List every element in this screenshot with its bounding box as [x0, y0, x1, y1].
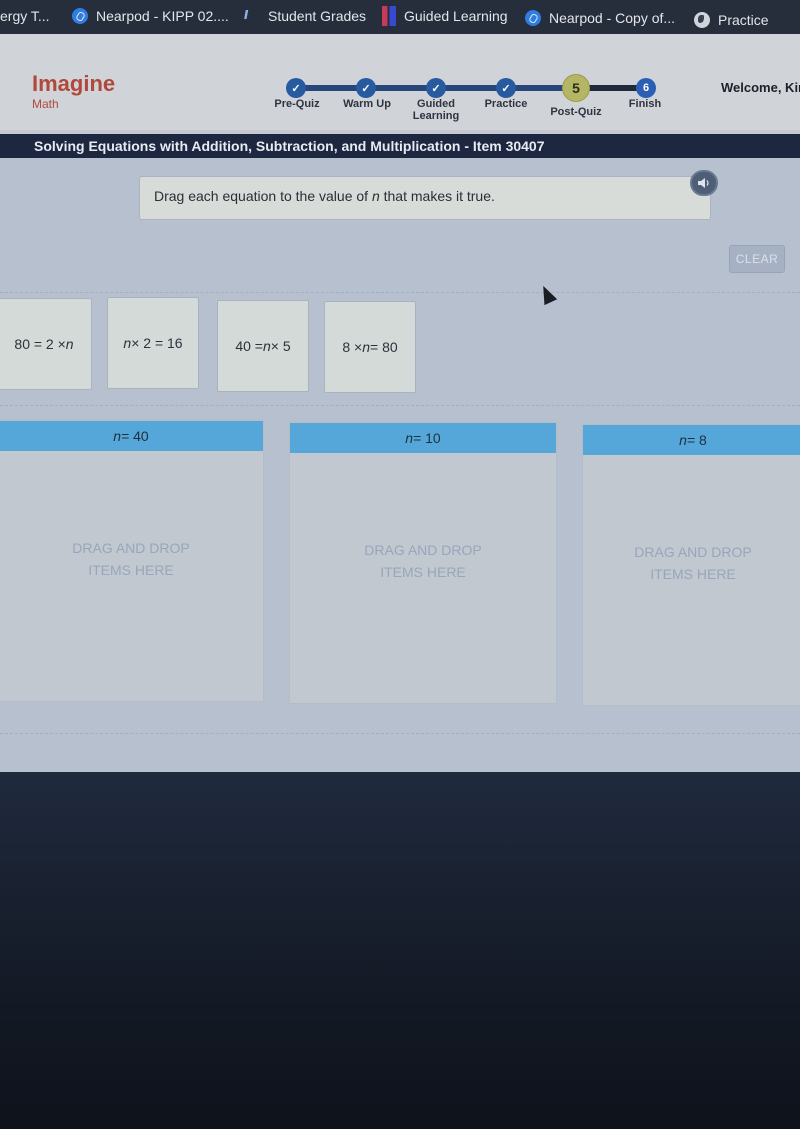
- drop-zone-placeholder: DRAG AND DROP ITEMS HERE: [634, 544, 752, 582]
- bookmark-label: Nearpod - KIPP 02....: [96, 8, 229, 24]
- drop-zone-n-10[interactable]: n = 10 DRAG AND DROP ITEMS HERE: [289, 422, 557, 704]
- step-marker-finish: 6: [636, 78, 656, 98]
- variable-n: n: [362, 339, 370, 355]
- prompt-text: Drag each equation to the value of: [154, 188, 372, 204]
- divider: [0, 292, 800, 293]
- equation-card[interactable]: 80 = 2 × n: [0, 298, 92, 390]
- logo-subtitle: Math: [32, 97, 59, 111]
- prompt-text: that makes it true.: [379, 188, 495, 204]
- bookmarks-bar: ergy T... Nearpod - KIPP 02.... Student …: [0, 0, 800, 34]
- prompt-variable: n: [371, 188, 380, 204]
- drop-zone-n-40[interactable]: n = 40 DRAG AND DROP ITEMS HERE: [0, 420, 264, 702]
- step-label: Pre-Quiz: [274, 98, 320, 110]
- welcome-message: Welcome, Kim: [721, 80, 800, 95]
- bookmark-label: Nearpod - Copy of...: [549, 10, 676, 26]
- step-marker-practice: ✓: [496, 78, 516, 98]
- app-header: Imagine Math ✓ Pre-Quiz ✓ Warm Up ✓ Guid…: [0, 34, 800, 130]
- imagine-math-app: Imagine Math ✓ Pre-Quiz ✓ Warm Up ✓ Guid…: [0, 34, 800, 772]
- bookmark-student-grades[interactable]: Student Grades: [244, 0, 366, 32]
- drop-zone-n-8[interactable]: n = 8 DRAG AND DROP ITEMS HERE: [582, 424, 800, 706]
- variable-n: n: [679, 432, 687, 448]
- bookmark-practice[interactable]: Practice: [694, 4, 769, 36]
- lesson-progress: ✓ Pre-Quiz ✓ Warm Up ✓ Guided Learning ✓…: [270, 72, 670, 132]
- step-label: Guided Learning: [412, 98, 460, 122]
- question-area: Drag each equation to the value of n tha…: [0, 158, 800, 772]
- globe-icon: [694, 12, 710, 28]
- bookmark-nearpod-kipp[interactable]: Nearpod - KIPP 02....: [72, 0, 229, 32]
- question-prompt: Drag each equation to the value of n tha…: [139, 176, 711, 220]
- bookmark-guided-learning[interactable]: Guided Learning: [382, 0, 508, 32]
- drop-zone-label: n = 8: [583, 425, 800, 455]
- bookmark-label: ergy T...: [0, 8, 50, 24]
- step-marker-post-quiz: 5: [562, 74, 590, 102]
- variable-n: n: [262, 338, 271, 354]
- bookmark-label: Practice: [718, 12, 769, 28]
- equation-card[interactable]: 8 × n = 80: [324, 301, 416, 393]
- clear-button[interactable]: CLEAR: [729, 245, 785, 273]
- nearpod-icon: [72, 8, 88, 24]
- equation-card[interactable]: 40 = n × 5: [217, 300, 309, 392]
- bookmark-label: Student Grades: [268, 8, 367, 24]
- step-marker-pre-quiz: ✓: [286, 78, 306, 98]
- grades-icon: [244, 8, 260, 24]
- step-marker-guided-learning: ✓: [426, 78, 446, 98]
- equation-card[interactable]: n × 2 = 16: [107, 297, 199, 389]
- lesson-title: Solving Equations with Addition, Subtrac…: [0, 134, 800, 158]
- step-label: Finish: [628, 98, 662, 110]
- drop-zone-placeholder: DRAG AND DROP ITEMS HERE: [72, 540, 190, 578]
- bookmark-energy[interactable]: ergy T...: [0, 0, 50, 32]
- bookmark-nearpod-copy[interactable]: Nearpod - Copy of...: [525, 2, 675, 34]
- nearpod-icon: [525, 10, 541, 26]
- divider: [0, 405, 800, 406]
- divider: [0, 733, 800, 734]
- drop-zone-label: n = 40: [0, 421, 263, 451]
- step-label: Post-Quiz: [550, 106, 602, 118]
- variable-n: n: [123, 335, 132, 351]
- variable-n: n: [113, 428, 122, 444]
- step-marker-warm-up: ✓: [356, 78, 376, 98]
- step-label: Practice: [484, 98, 528, 110]
- speaker-icon-glyph: [698, 178, 709, 188]
- step-label: Warm Up: [343, 98, 391, 110]
- imagine-learning-icon: [382, 6, 396, 26]
- variable-n: n: [65, 336, 74, 352]
- bookmark-label: Guided Learning: [404, 8, 508, 24]
- drop-zone-placeholder: DRAG AND DROP ITEMS HERE: [364, 542, 482, 580]
- logo-title: Imagine: [32, 71, 116, 96]
- screen-bezel: [0, 772, 800, 1129]
- variable-n: n: [405, 430, 414, 446]
- speaker-icon[interactable]: [690, 170, 718, 196]
- drop-zone-label: n = 10: [290, 423, 556, 453]
